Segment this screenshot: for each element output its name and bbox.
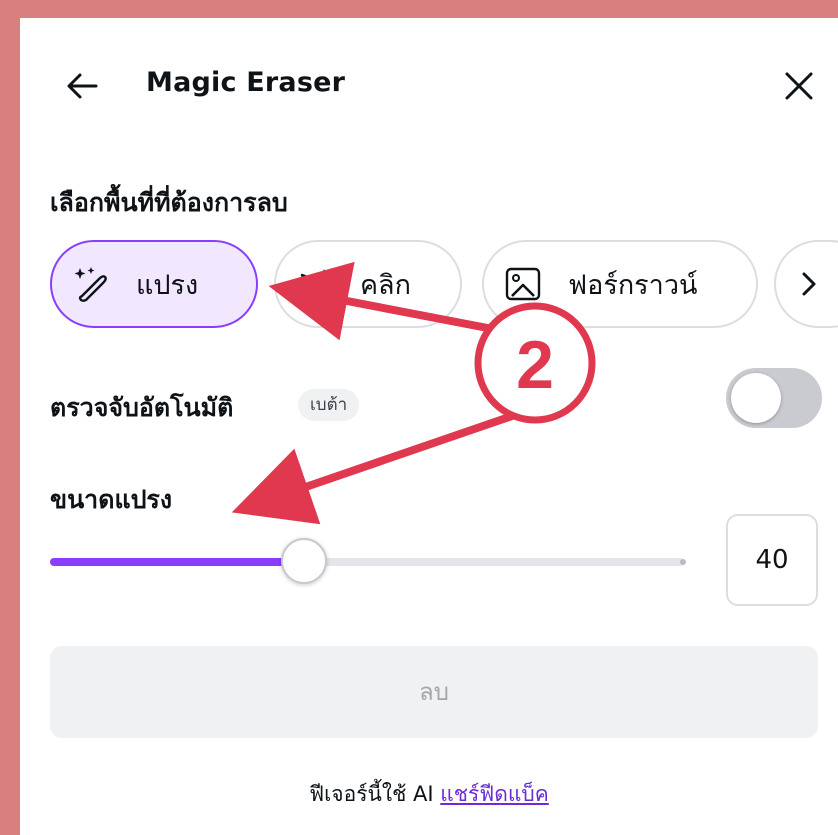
mode-foreground-label: ฟอร์กราวน์ xyxy=(568,269,698,301)
feedback-link[interactable]: แชร์ฟีดแบ็ค xyxy=(440,782,549,806)
beta-badge: เบต้า xyxy=(298,389,360,421)
footer-note: ฟีเจอร์นี้ใช้ AI แชร์ฟีดแบ็ค xyxy=(20,778,838,811)
magic-eraser-panel: Magic Eraser เลือกพื้นที่ที่ต้องการลบ แป… xyxy=(20,18,838,835)
footer-text: ฟีเจอร์นี้ใช้ AI xyxy=(309,782,434,806)
image-foreground-icon xyxy=(505,267,541,301)
mode-brush-button[interactable]: แปรง xyxy=(50,240,258,328)
brush-size-slider[interactable] xyxy=(50,558,684,566)
select-area-label: เลือกพื้นที่ที่ต้องการลบ xyxy=(50,188,288,217)
panel-title: Magic Eraser xyxy=(146,67,346,98)
mode-click-button[interactable]: คลิก xyxy=(274,240,462,328)
slider-end-dot xyxy=(680,559,686,565)
magic-click-icon xyxy=(298,269,331,295)
slider-fill xyxy=(50,558,304,566)
brush-size-input[interactable]: 40 xyxy=(726,514,818,606)
brush-size-label: ขนาดแปรง xyxy=(50,485,173,514)
mode-click-label: คลิก xyxy=(360,269,411,301)
mode-brush-label: แปรง xyxy=(136,269,199,301)
auto-detect-label: ตรวจจับอัตโนมัติ xyxy=(50,393,234,422)
mode-foreground-button[interactable]: ฟอร์กราวน์ xyxy=(482,240,758,328)
auto-detect-toggle[interactable] xyxy=(726,368,822,428)
magic-brush-icon xyxy=(74,267,107,302)
erase-button[interactable]: ลบ xyxy=(50,646,818,738)
chevron-right-icon xyxy=(802,272,816,296)
arrow-left-icon[interactable] xyxy=(62,66,102,106)
toggle-knob xyxy=(731,373,781,423)
more-modes-button[interactable] xyxy=(774,240,838,328)
slider-thumb[interactable] xyxy=(281,538,327,584)
close-icon[interactable] xyxy=(778,65,820,107)
